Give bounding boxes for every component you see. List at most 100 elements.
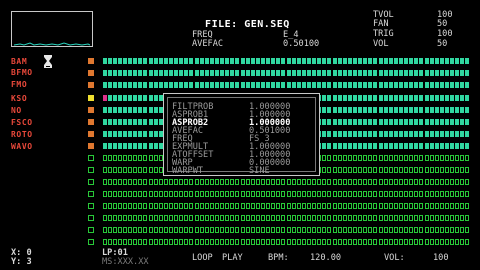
step-cell[interactable] — [460, 179, 464, 185]
step-cell[interactable] — [327, 131, 331, 137]
step-cell[interactable] — [358, 70, 362, 76]
step-cell[interactable] — [103, 107, 107, 113]
step-cell[interactable] — [138, 70, 142, 76]
step-cell[interactable] — [113, 179, 117, 185]
step-cell[interactable] — [143, 227, 147, 233]
step-cell[interactable] — [425, 203, 429, 209]
step-cell[interactable] — [414, 203, 418, 209]
step-cell[interactable] — [103, 191, 107, 197]
step-cell[interactable] — [384, 119, 388, 125]
step-cell[interactable] — [164, 227, 168, 233]
step-cell[interactable] — [327, 239, 331, 245]
step-cell[interactable] — [348, 239, 352, 245]
step-cell[interactable] — [373, 191, 377, 197]
step-cell[interactable] — [435, 191, 439, 197]
step-cell[interactable] — [149, 70, 153, 76]
step-cell[interactable] — [384, 239, 388, 245]
step-cell[interactable] — [348, 82, 352, 88]
step-cell[interactable] — [271, 215, 275, 221]
step-cell[interactable] — [302, 58, 306, 64]
step-cell[interactable] — [200, 203, 204, 209]
step-cell[interactable] — [389, 107, 393, 113]
step-cell[interactable] — [379, 167, 383, 173]
step-cell[interactable] — [379, 227, 383, 233]
step-cell[interactable] — [379, 95, 383, 101]
step-cell[interactable] — [312, 215, 316, 221]
step-cell[interactable] — [133, 203, 137, 209]
step-cell[interactable] — [460, 239, 464, 245]
step-cell[interactable] — [333, 131, 337, 137]
step-cell[interactable] — [455, 167, 459, 173]
step-cell[interactable] — [251, 58, 255, 64]
step-cell[interactable] — [128, 179, 132, 185]
step-cell[interactable] — [169, 191, 173, 197]
step-cell[interactable] — [430, 70, 434, 76]
step-cell[interactable] — [281, 239, 285, 245]
step-cell[interactable] — [281, 70, 285, 76]
step-cell[interactable] — [128, 82, 132, 88]
step-cell[interactable] — [287, 191, 291, 197]
step-cell[interactable] — [307, 191, 311, 197]
step-cell[interactable] — [389, 82, 393, 88]
step-cell[interactable] — [322, 191, 326, 197]
step-cell[interactable] — [154, 191, 158, 197]
step-cell[interactable] — [108, 95, 112, 101]
step-cell[interactable] — [338, 155, 342, 161]
step-cell[interactable] — [435, 143, 439, 149]
track-name[interactable]: BAM — [11, 58, 51, 66]
step-cell[interactable] — [384, 58, 388, 64]
step-cell[interactable] — [358, 191, 362, 197]
step-cell[interactable] — [353, 179, 357, 185]
step-cell[interactable] — [235, 82, 239, 88]
step-cell[interactable] — [399, 215, 403, 221]
step-cell[interactable] — [348, 203, 352, 209]
step-cell[interactable] — [154, 215, 158, 221]
step-cell[interactable] — [435, 58, 439, 64]
step-cell[interactable] — [169, 215, 173, 221]
step-cell[interactable] — [261, 203, 265, 209]
step-cell[interactable] — [440, 70, 444, 76]
step-cell[interactable] — [399, 227, 403, 233]
step-cell[interactable] — [302, 227, 306, 233]
step-cell[interactable] — [440, 131, 444, 137]
step-cell[interactable] — [118, 191, 122, 197]
step-cell[interactable] — [409, 167, 413, 173]
step-cell[interactable] — [348, 215, 352, 221]
step-cell[interactable] — [312, 70, 316, 76]
step-cell[interactable] — [143, 239, 147, 245]
step-cell[interactable] — [425, 191, 429, 197]
step-cell[interactable] — [450, 215, 454, 221]
track-led[interactable] — [88, 82, 94, 88]
step-cell[interactable] — [317, 227, 321, 233]
track-name[interactable]: FMO — [11, 81, 51, 89]
step-cell[interactable] — [445, 82, 449, 88]
step-cell[interactable] — [430, 167, 434, 173]
step-cell[interactable] — [261, 227, 265, 233]
step-cell[interactable] — [159, 227, 163, 233]
step-cell[interactable] — [379, 215, 383, 221]
step-cell[interactable] — [465, 179, 469, 185]
step-cell[interactable] — [149, 167, 153, 173]
step-cell[interactable] — [394, 95, 398, 101]
step-cell[interactable] — [455, 191, 459, 197]
step-cell[interactable] — [169, 58, 173, 64]
step-cell[interactable] — [353, 203, 357, 209]
step-cell[interactable] — [338, 203, 342, 209]
step-cell[interactable] — [379, 107, 383, 113]
step-cell[interactable] — [358, 215, 362, 221]
step-cell[interactable] — [118, 227, 122, 233]
step-cell[interactable] — [419, 82, 423, 88]
step-cell[interactable] — [455, 82, 459, 88]
step-cell[interactable] — [225, 215, 229, 221]
track-led[interactable] — [88, 131, 94, 137]
step-cell[interactable] — [450, 82, 454, 88]
step-cell[interactable] — [399, 82, 403, 88]
step-cell[interactable] — [307, 203, 311, 209]
step-cell[interactable] — [333, 179, 337, 185]
step-cell[interactable] — [379, 191, 383, 197]
step-cell[interactable] — [184, 215, 188, 221]
step-cell[interactable] — [307, 239, 311, 245]
step-cell[interactable] — [103, 70, 107, 76]
step-cell[interactable] — [379, 155, 383, 161]
step-cell[interactable] — [230, 70, 234, 76]
